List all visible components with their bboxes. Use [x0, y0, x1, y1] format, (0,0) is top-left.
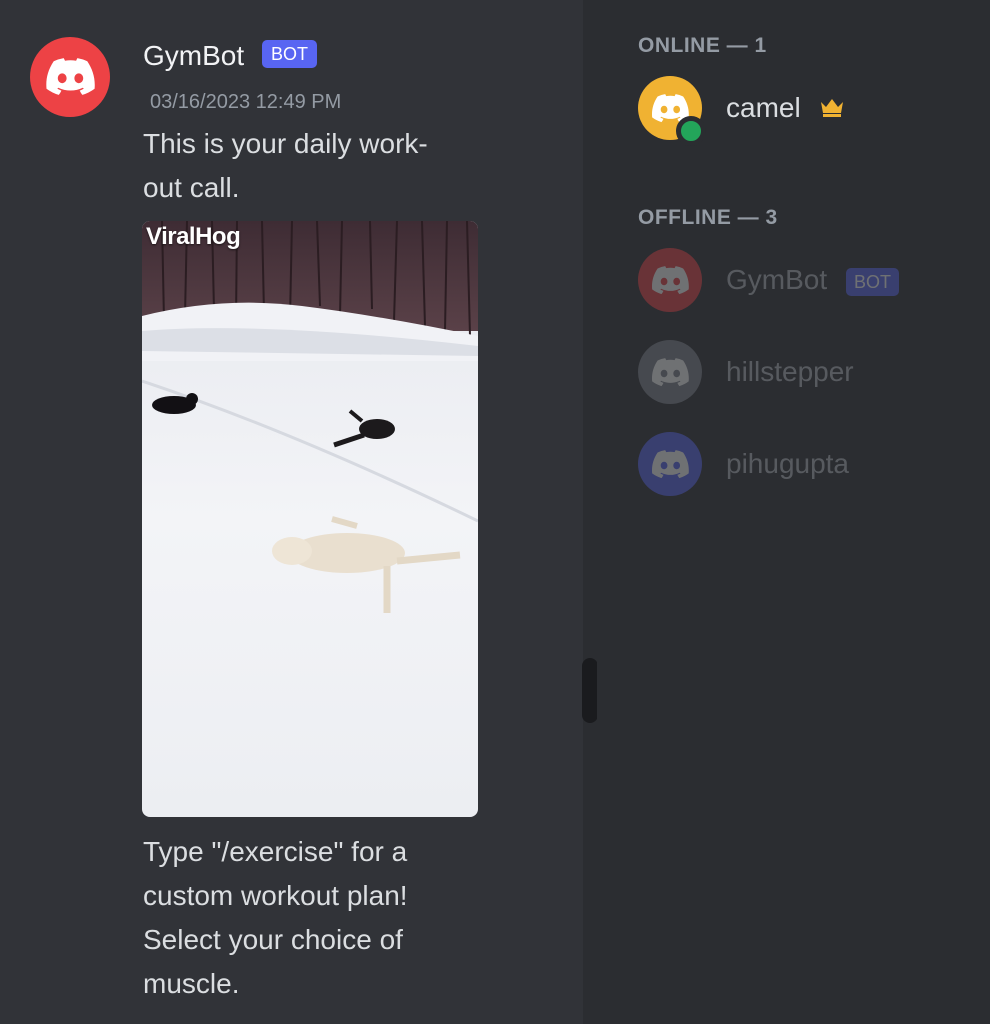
online-status-icon — [676, 116, 706, 146]
member-avatar — [638, 432, 702, 496]
member-item-camel[interactable]: camel — [638, 76, 978, 146]
video-thumbnail — [142, 221, 478, 817]
discord-logo-icon — [652, 449, 689, 478]
message-author-name[interactable]: GymBot — [143, 36, 244, 76]
member-item-pihugupta[interactable]: pihugupta — [638, 432, 978, 498]
discord-window: GymBot BOT 03/16/2023 12:49 PM This is y… — [0, 0, 990, 1024]
bot-tag: BOT — [846, 268, 900, 296]
member-list: ONLINE — 1 camel OFFLINE — 3 GymBot BOT … — [607, 0, 990, 1024]
member-item-hillstepper[interactable]: hillstepper — [638, 340, 978, 406]
member-avatar — [638, 340, 702, 404]
pane-divider — [597, 0, 607, 1024]
discord-logo-icon — [652, 265, 689, 294]
message-author-avatar[interactable] — [30, 37, 110, 117]
video-attachment[interactable]: ViralHog — [142, 221, 478, 817]
message-text-top: This is your daily work- out call. — [143, 128, 428, 203]
crown-icon — [821, 99, 843, 117]
discord-logo-icon — [46, 58, 95, 95]
chat-scrollbar-thumb[interactable] — [582, 658, 598, 723]
message-text-bottom: Type "/exercise" for a custom workout pl… — [143, 836, 408, 999]
member-name: hillstepper — [726, 356, 854, 387]
chat-scrollbar-track[interactable] — [583, 0, 597, 1024]
bot-tag: BOT — [262, 40, 318, 68]
member-name: camel — [726, 92, 801, 123]
member-item-gymbot[interactable]: GymBot BOT — [638, 248, 978, 314]
offline-section-header: OFFLINE — 3 — [638, 206, 778, 229]
chat-pane: GymBot BOT 03/16/2023 12:49 PM This is y… — [0, 0, 583, 1024]
online-section-header: ONLINE — 1 — [638, 34, 767, 57]
discord-logo-icon — [652, 357, 689, 386]
message-timestamp: 03/16/2023 12:49 PM — [150, 91, 342, 113]
member-name: pihugupta — [726, 448, 850, 479]
member-avatar — [638, 248, 702, 312]
member-name: GymBot — [726, 264, 828, 295]
video-watermark: ViralHog — [146, 223, 241, 250]
